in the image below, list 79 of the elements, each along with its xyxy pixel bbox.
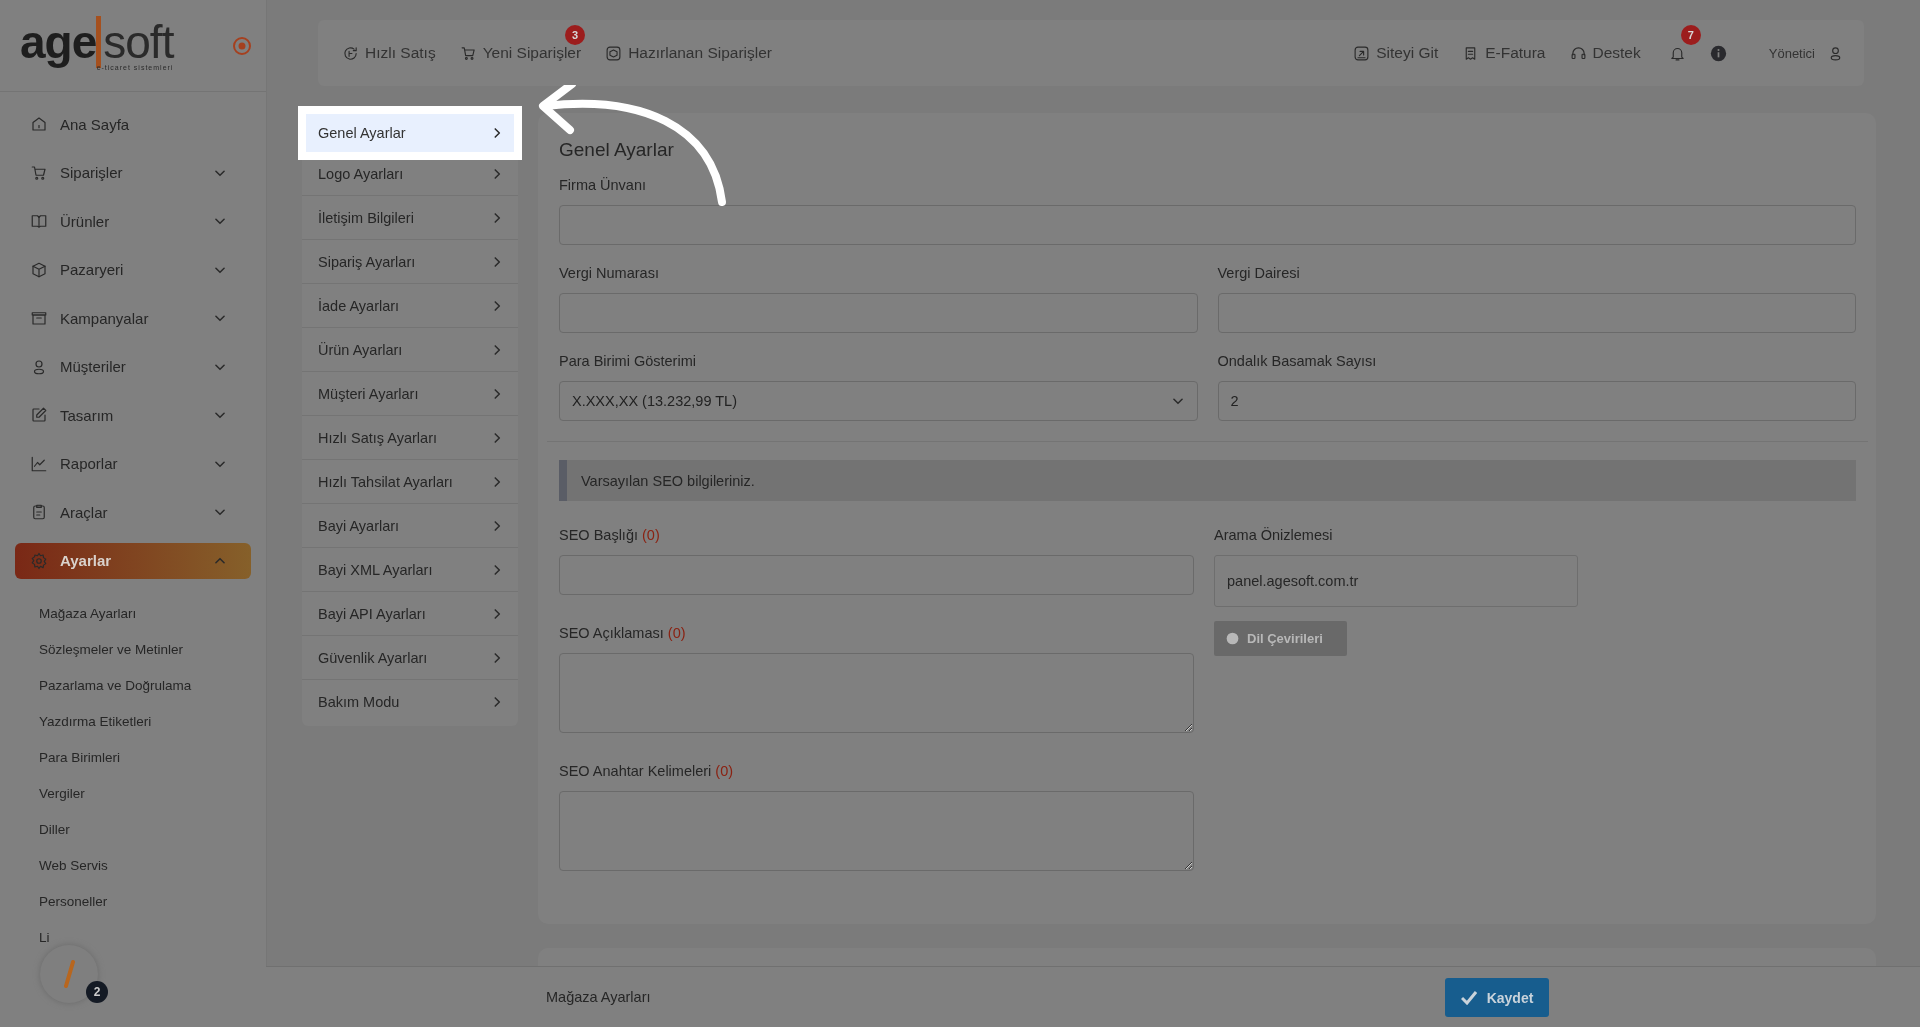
refresh-icon xyxy=(342,44,359,62)
field-label: SEO Anahtar Kelimeleri (0) xyxy=(559,763,735,779)
sidebar-item[interactable]: Ürünler xyxy=(15,203,251,239)
settings-menu-item[interactable]: Hızlı Tahsilat Ayarları xyxy=(302,460,518,504)
input-field[interactable] xyxy=(559,205,1856,245)
field-label: Firma Ünvanı xyxy=(559,177,648,193)
settings-menu-item[interactable]: Müşteri Ayarları xyxy=(302,372,518,416)
field-label: SEO Başlığı (0) xyxy=(559,527,661,543)
settings-menu-item[interactable]: Güvenlik Ayarları xyxy=(302,636,518,680)
section-title: Genel Ayarlar xyxy=(559,139,675,161)
settings-menu-item[interactable]: Bakım Modu xyxy=(302,680,518,723)
chart-line-icon xyxy=(30,454,48,473)
home-icon xyxy=(30,115,48,133)
settings-menu-item[interactable]: Sipariş Ayarları xyxy=(302,240,518,284)
submenu-item[interactable]: Diller xyxy=(39,811,251,847)
submenu-item[interactable]: Sözleşmeler ve Metinler xyxy=(39,631,251,667)
currency-select[interactable]: X.XXX,XX (13.232,99 TL) xyxy=(559,381,1198,421)
sidebar-item[interactable]: Araçlar xyxy=(15,494,251,530)
check-icon xyxy=(1460,990,1477,1005)
sidebar-item[interactable]: Pazaryeri xyxy=(15,251,251,288)
sidebar-item[interactable]: Ayarlar xyxy=(15,542,251,579)
toolbar-link[interactable]: E-Fatura xyxy=(1462,44,1546,62)
sidebar-item[interactable]: Raporlar xyxy=(15,445,251,482)
settings-menu-item[interactable]: Bayi Ayarları xyxy=(302,504,518,548)
submenu-item[interactable]: Li xyxy=(39,919,251,955)
field-label: Vergi Dairesi xyxy=(1217,265,1301,281)
slash-icon xyxy=(62,960,76,988)
sidebar-item[interactable]: Müşteriler xyxy=(15,348,251,385)
save-button[interactable]: Kaydet xyxy=(1445,978,1549,1017)
field-label: Ondalık Basamak Sayısı xyxy=(1217,353,1378,369)
text-area[interactable] xyxy=(559,653,1194,733)
clipboard-icon xyxy=(30,503,48,521)
info-icon[interactable] xyxy=(1709,44,1727,62)
toolbar-link[interactable]: Hazırlanan Siparişler xyxy=(605,44,773,62)
cart-icon xyxy=(459,44,477,62)
text-area[interactable] xyxy=(559,791,1194,871)
headset-icon xyxy=(1569,44,1587,62)
settings-menu-item[interactable]: Logo Ayarları xyxy=(302,152,518,196)
cube-icon xyxy=(30,260,48,279)
gear-icon xyxy=(30,551,48,570)
sidebar-item[interactable]: Kampanyalar xyxy=(15,300,251,336)
settings-menu-item[interactable]: Ürün Ayarları xyxy=(302,328,518,372)
breadcrumb: Mağaza Ayarları xyxy=(546,989,651,1005)
search-preview: panel.agesoft.com.tr xyxy=(1214,555,1578,607)
submenu-item[interactable]: Yazdırma Etiketleri xyxy=(39,703,251,739)
basket-icon xyxy=(30,309,48,327)
cart-icon xyxy=(30,163,48,182)
settings-menu-item[interactable]: Hızlı Satış Ayarları xyxy=(302,416,518,460)
field-label: Vergi Numarası xyxy=(559,265,660,281)
toolbar-link[interactable]: Yeni Siparişler xyxy=(459,44,582,62)
submenu-item[interactable]: Pazarlama ve Doğrulama xyxy=(39,667,251,703)
submenu-item[interactable]: Vergiler xyxy=(39,775,251,811)
toolbar-link[interactable]: Siteyi Git xyxy=(1353,44,1439,62)
submenu-item[interactable]: Para Birimleri xyxy=(39,739,251,775)
target-icon[interactable] xyxy=(232,35,252,56)
toolbar-link[interactable]: Hızlı Satış xyxy=(342,44,436,62)
sidebar-item[interactable]: Ana Sayfa xyxy=(15,106,251,142)
count-badge: 3 xyxy=(565,25,586,45)
input-field[interactable]: 2 xyxy=(1217,381,1856,421)
submenu-item[interactable]: Mağaza Ayarları xyxy=(39,595,251,631)
field-label: Arama Önizlemesi xyxy=(1214,527,1334,543)
box-icon xyxy=(605,44,623,62)
pencil-icon xyxy=(30,406,48,424)
toolbar-link[interactable]: Destek xyxy=(1569,44,1641,62)
count-badge: 7 xyxy=(1680,24,1701,45)
sidebar-item[interactable]: Tasarım xyxy=(15,397,251,433)
settings-menu-item[interactable]: İade Ayarları xyxy=(302,284,518,328)
book-icon xyxy=(30,212,48,230)
submenu-item[interactable]: Web Servis xyxy=(39,847,251,883)
info-banner: Varsayılan SEO bilgileriniz. xyxy=(559,460,1856,501)
settings-menu-item[interactable]: Bayi XML Ayarları xyxy=(302,548,518,592)
field-label: Para Birimi Gösterimi xyxy=(559,353,697,369)
sidebar-item[interactable]: Siparişler xyxy=(15,154,251,191)
settings-menu-item[interactable]: Bayi API Ayarları xyxy=(302,592,518,636)
external-link-icon xyxy=(1353,44,1371,62)
field-label: SEO Açıklaması (0) xyxy=(559,625,687,641)
submenu-item[interactable]: Personeller xyxy=(39,883,251,919)
user-name[interactable]: Yönetici xyxy=(1768,45,1815,61)
settings-menu-item[interactable]: İletişim Bilgileri xyxy=(302,196,518,240)
